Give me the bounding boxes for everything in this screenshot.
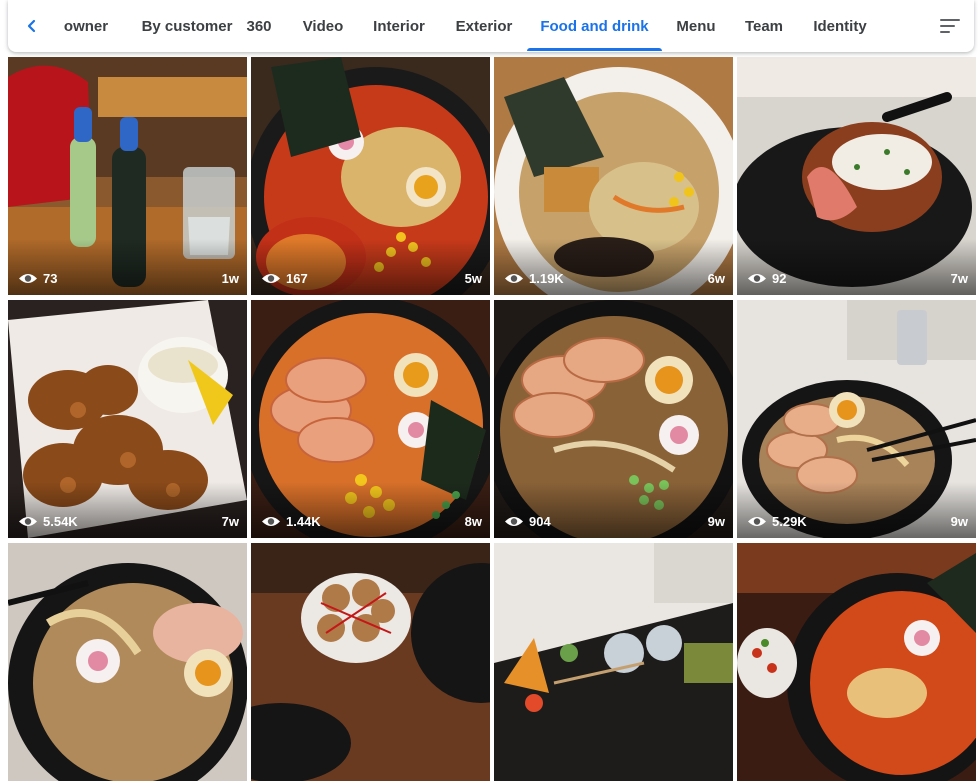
view-count-value: 92 bbox=[772, 270, 787, 286]
photo-tile[interactable] bbox=[251, 543, 490, 781]
photo-age: 5w bbox=[464, 270, 482, 286]
photo-grid: 73 1w 167 5w 1.19K 6w 92 7w 5.54K 7w 1.4… bbox=[8, 57, 978, 781]
tab-video[interactable]: Video bbox=[292, 0, 354, 52]
view-count: 1.44K bbox=[261, 512, 321, 530]
photo-image bbox=[494, 543, 733, 781]
photo-image bbox=[737, 543, 976, 781]
tab-interior[interactable]: Interior bbox=[366, 0, 432, 52]
tab-exterior[interactable]: Exterior bbox=[446, 0, 522, 52]
view-count-value: 5.29K bbox=[772, 513, 807, 529]
view-count: 904 bbox=[504, 512, 551, 530]
photo-age: 7w bbox=[221, 513, 239, 529]
view-count-value: 73 bbox=[43, 270, 58, 286]
view-count: 167 bbox=[261, 269, 308, 287]
photo-age: 9w bbox=[707, 513, 725, 529]
view-count-value: 5.54K bbox=[43, 513, 78, 529]
eye-icon bbox=[262, 516, 280, 526]
photo-age: 8w bbox=[464, 513, 482, 529]
photo-tile[interactable]: 1.19K 6w bbox=[494, 57, 733, 295]
photo-tile[interactable]: 5.29K 9w bbox=[737, 300, 976, 538]
photo-age: 1w bbox=[221, 270, 239, 286]
photo-tile[interactable]: 92 7w bbox=[737, 57, 976, 295]
photo-image bbox=[8, 543, 247, 781]
view-count: 73 bbox=[18, 269, 57, 287]
photo-tile[interactable]: 167 5w bbox=[251, 57, 490, 295]
photo-age: 6w bbox=[707, 270, 725, 286]
view-count: 5.29K bbox=[747, 512, 807, 530]
eye-icon bbox=[19, 516, 37, 526]
tab-menu[interactable]: Menu bbox=[668, 0, 724, 52]
view-count: 1.19K bbox=[504, 269, 564, 287]
photo-tile[interactable] bbox=[737, 543, 976, 781]
eye-icon bbox=[262, 273, 280, 283]
photo-tile[interactable]: 5.54K 7w bbox=[8, 300, 247, 538]
photo-category-tabs: owner By customer 360 Video Interior Ext… bbox=[8, 0, 974, 52]
tab-owner[interactable]: owner bbox=[42, 0, 130, 52]
photo-tile[interactable]: 904 9w bbox=[494, 300, 733, 538]
view-count-value: 1.44K bbox=[286, 513, 321, 529]
photo-tile[interactable] bbox=[8, 543, 247, 781]
view-count-value: 1.19K bbox=[529, 270, 564, 286]
photo-tile[interactable]: 1.44K 8w bbox=[251, 300, 490, 538]
eye-icon bbox=[505, 273, 523, 283]
view-count-value: 167 bbox=[286, 270, 308, 286]
eye-icon bbox=[748, 516, 766, 526]
photo-tile[interactable]: 73 1w bbox=[8, 57, 247, 295]
eye-icon bbox=[505, 516, 523, 526]
view-count: 5.54K bbox=[18, 512, 78, 530]
photo-age: 9w bbox=[950, 513, 968, 529]
filter-menu-icon[interactable] bbox=[938, 14, 962, 38]
photo-image bbox=[251, 543, 490, 781]
view-count-value: 904 bbox=[529, 513, 551, 529]
photo-tile[interactable] bbox=[494, 543, 733, 781]
tab-identity[interactable]: Identity bbox=[804, 0, 876, 52]
tab-by-customer[interactable]: By customer bbox=[124, 0, 250, 52]
tab-360[interactable]: 360 bbox=[238, 0, 280, 52]
tab-team[interactable]: Team bbox=[736, 0, 792, 52]
view-count: 92 bbox=[747, 269, 786, 287]
eye-icon bbox=[748, 273, 766, 283]
tab-food-and-drink[interactable]: Food and drink bbox=[527, 0, 662, 52]
chevron-left-icon[interactable] bbox=[20, 14, 44, 38]
eye-icon bbox=[19, 273, 37, 283]
photo-age: 7w bbox=[950, 270, 968, 286]
